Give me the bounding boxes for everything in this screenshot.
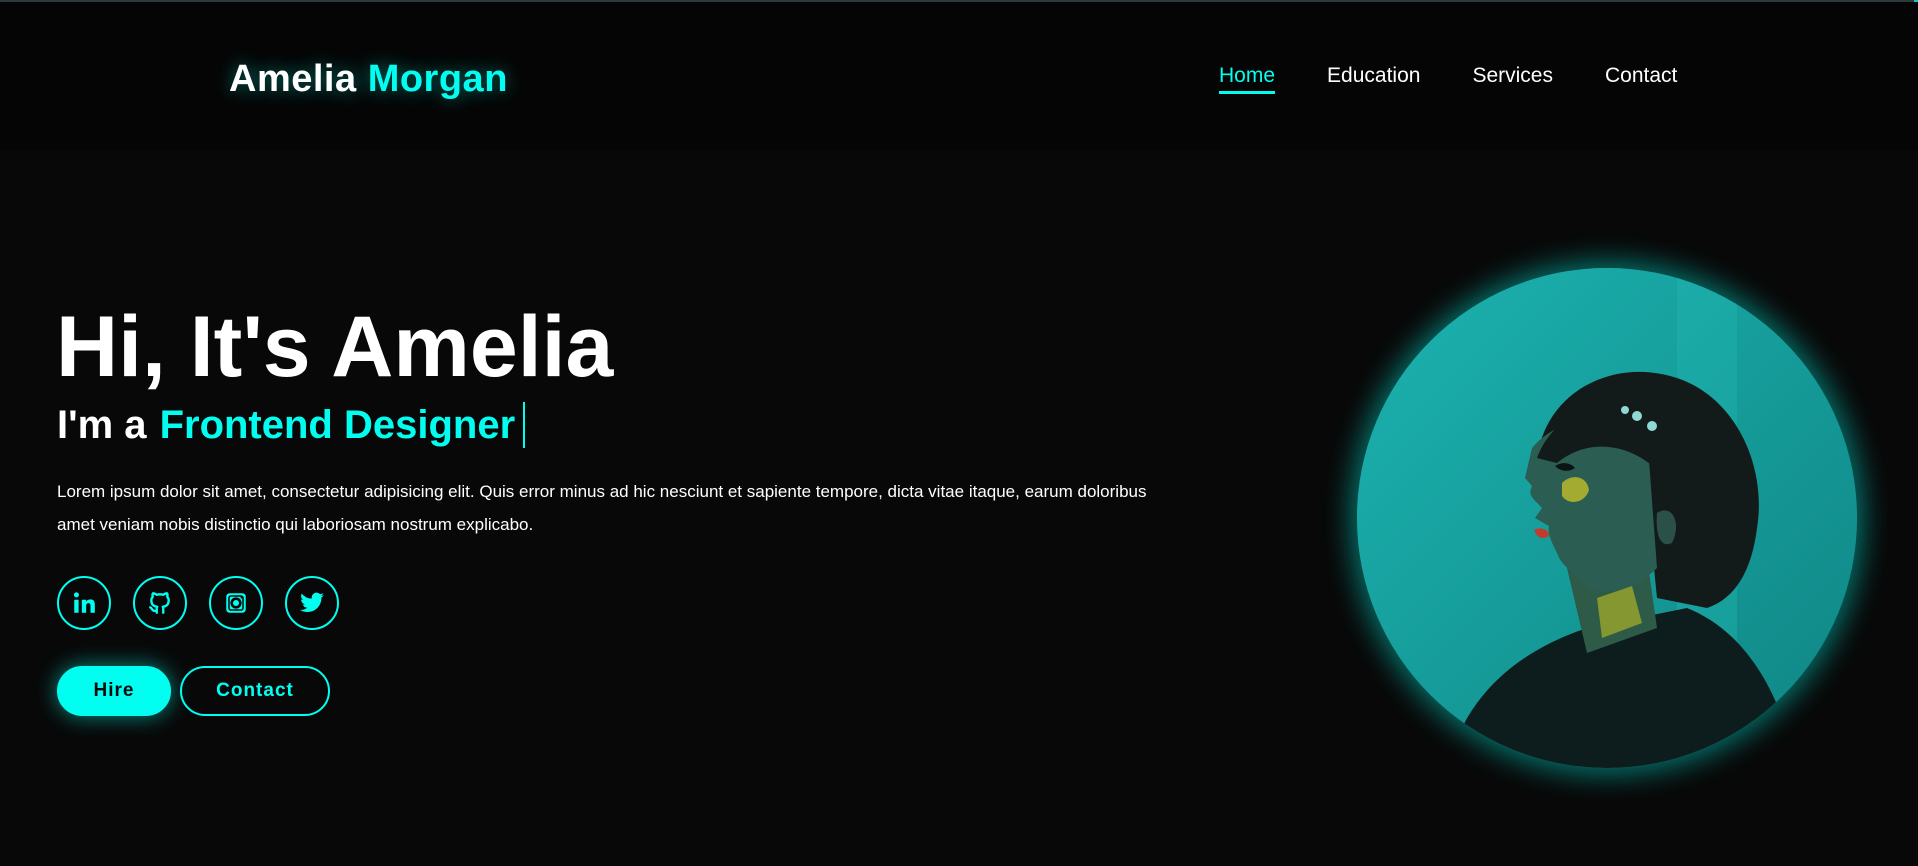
typing-caret (523, 402, 526, 448)
hero-title: Hi, It's Amelia (56, 299, 614, 395)
contact-button[interactable]: Contact (180, 666, 330, 716)
hero-description: Lorem ipsum dolor sit amet, consectetur … (57, 482, 1147, 534)
site-header: Amelia Morgan Home Education Services Co… (0, 2, 1918, 150)
logo-last-name: Morgan (367, 58, 508, 100)
hire-button[interactable]: Hire (57, 666, 171, 716)
instagram-icon[interactable] (209, 576, 263, 630)
nav-services[interactable]: Services (1472, 64, 1553, 94)
github-icon[interactable] (133, 576, 187, 630)
social-links (57, 576, 339, 630)
logo-first-name: Amelia (229, 58, 357, 100)
main-nav: Home Education Services Contact (1219, 64, 1677, 94)
profile-photo-illustration (1357, 268, 1857, 768)
profile-photo (1357, 268, 1857, 768)
twitter-icon[interactable] (285, 576, 339, 630)
hero-subtitle: I'm a Frontend Designer (57, 402, 526, 448)
hero-actions: Hire Contact (57, 666, 330, 716)
hero-role: Frontend Designer (159, 402, 516, 447)
linkedin-icon[interactable] (57, 576, 111, 630)
hero-sub-prefix: I'm a (57, 402, 147, 447)
nav-education[interactable]: Education (1327, 64, 1420, 94)
nav-home[interactable]: Home (1219, 64, 1276, 94)
nav-contact[interactable]: Contact (1605, 64, 1677, 94)
site-logo[interactable]: Amelia Morgan (229, 58, 508, 101)
